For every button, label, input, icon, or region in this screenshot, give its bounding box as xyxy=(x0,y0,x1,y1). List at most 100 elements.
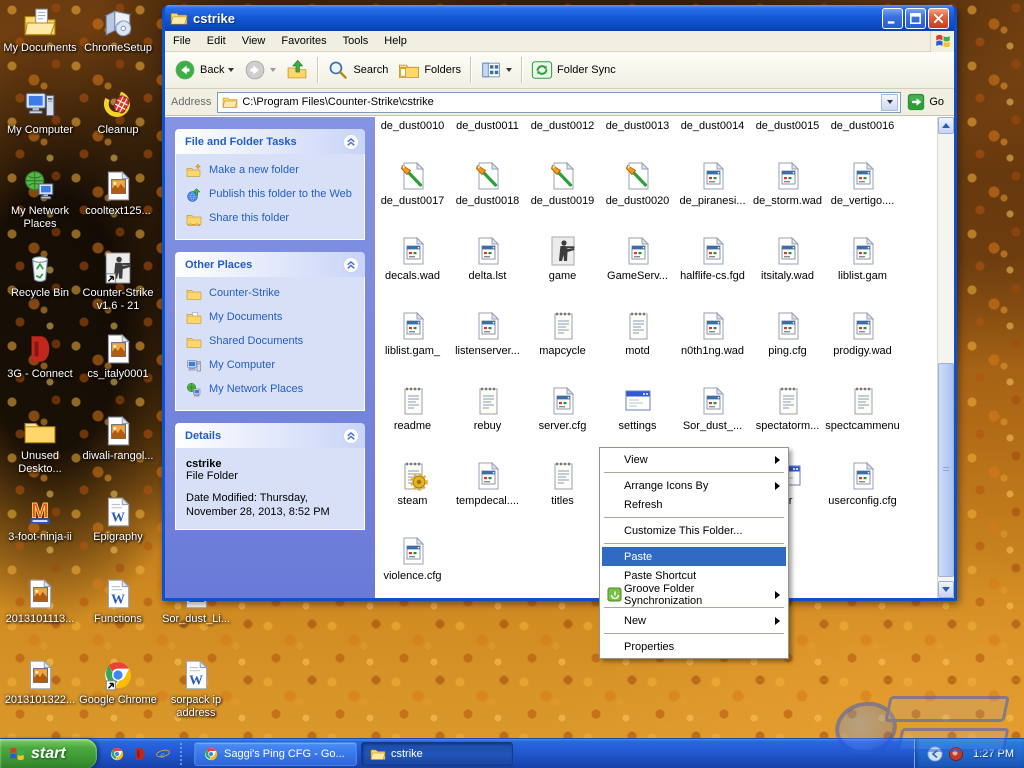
file-sor_dust_...[interactable]: Sor_dust_... xyxy=(675,381,750,456)
back-button[interactable]: Back xyxy=(169,56,239,84)
panel-header[interactable]: Details xyxy=(175,423,365,448)
file-decals.wad[interactable]: decals.wad xyxy=(375,231,450,306)
file-steam[interactable]: steam xyxy=(375,456,450,531)
start-button[interactable]: start xyxy=(0,739,97,768)
desktop-icon-2013101322-[interactable]: 2013101322... xyxy=(0,658,80,707)
taskbar-task-saggi-s-ping-cfg-go-[interactable]: Saggi's Ping CFG - Go... xyxy=(194,742,357,766)
collapse-chevron-icon[interactable] xyxy=(343,428,359,444)
back-dropdown-icon[interactable] xyxy=(228,68,234,72)
context-menu-item-groove-folder-synchronization[interactable]: Groove Folder Synchronization xyxy=(602,585,786,604)
file-de_dust0019[interactable]: de_dust0019 xyxy=(525,156,600,231)
desktop-icon-cs-italy0001[interactable]: cs_italy0001 xyxy=(78,332,158,381)
task-link-share-this-folder[interactable]: Share this folder xyxy=(186,212,356,227)
file-de_dust0020[interactable]: de_dust0020 xyxy=(600,156,675,231)
desktop-icon-recycle-bin[interactable]: Recycle Bin xyxy=(0,251,80,300)
menu-favorites[interactable]: Favorites xyxy=(273,32,334,50)
file-readme[interactable]: readme xyxy=(375,381,450,456)
file-halflife-cs.fgd[interactable]: halflife-cs.fgd xyxy=(675,231,750,306)
menu-help[interactable]: Help xyxy=(376,32,415,50)
forward-dropdown-icon[interactable] xyxy=(270,68,276,72)
file-de_dust0015[interactable]: de_dust0015 xyxy=(750,117,825,156)
file-listenserver...[interactable]: listenserver... xyxy=(450,306,525,381)
maximize-button[interactable] xyxy=(905,8,926,29)
context-menu-item-new[interactable]: New xyxy=(602,611,786,630)
desktop-icon-unused-deskto-[interactable]: Unused Deskto... xyxy=(0,414,80,476)
menu-tools[interactable]: Tools xyxy=(335,32,377,50)
file-server.cfg[interactable]: server.cfg xyxy=(525,381,600,456)
desktop-icon-counter-strike-v1-6-21[interactable]: Counter-Strike v1.6 - 21 xyxy=(78,251,158,313)
search-button[interactable]: Search xyxy=(322,56,393,84)
desktop-icon-google-chrome[interactable]: Google Chrome xyxy=(78,658,158,707)
go-icon[interactable] xyxy=(907,93,925,111)
file-de_dust0018[interactable]: de_dust0018 xyxy=(450,156,525,231)
menu-file[interactable]: File xyxy=(165,32,199,50)
desktop-icon-3-foot-ninja-ii[interactable]: M3-foot-ninja-ii xyxy=(0,495,80,544)
task-link-publish-this-folder-to-the-w[interactable]: Publish this folder to the Web xyxy=(186,188,356,203)
file-n0th1ng.wad[interactable]: n0th1ng.wad xyxy=(675,306,750,381)
title-bar[interactable]: cstrike xyxy=(165,5,954,31)
file-prodigy.wad[interactable]: prodigy.wad xyxy=(825,306,900,381)
desktop-icon-diwali-rangol-[interactable]: diwali-rangol... xyxy=(78,414,158,463)
address-input[interactable]: C:\Program Files\Counter-Strike\cstrike xyxy=(217,92,901,113)
panel-header[interactable]: File and Folder Tasks xyxy=(175,129,365,154)
file-de_dust0013[interactable]: de_dust0013 xyxy=(600,117,675,156)
folder-sync-button[interactable]: Folder Sync xyxy=(526,56,621,84)
task-link-shared-documents[interactable]: Shared Documents xyxy=(186,335,356,350)
desktop-icon-functions[interactable]: WFunctions xyxy=(78,577,158,626)
panel-header[interactable]: Other Places xyxy=(175,252,365,277)
file-de_dust0010[interactable]: de_dust0010 xyxy=(375,117,450,156)
desktop-icon-sorpack-ip-address[interactable]: Wsorpack ip address xyxy=(156,658,236,720)
file-liblist.gam_[interactable]: liblist.gam_ xyxy=(375,306,450,381)
file-de_dust0011[interactable]: de_dust0011 xyxy=(450,117,525,156)
go-label[interactable]: Go xyxy=(929,96,944,108)
collapse-chevron-icon[interactable] xyxy=(343,257,359,273)
taskbar-task-cstrike[interactable]: cstrike xyxy=(361,742,513,766)
context-menu-item-customize-this-folder-[interactable]: Customize This Folder... xyxy=(602,521,786,540)
vertical-scrollbar[interactable] xyxy=(937,117,954,598)
3g-connect-quicklaunch-icon[interactable] xyxy=(132,746,148,762)
file-rebuy[interactable]: rebuy xyxy=(450,381,525,456)
hide-icons-chevron-icon[interactable] xyxy=(927,746,943,762)
menu-view[interactable]: View xyxy=(234,32,274,50)
file-ping.cfg[interactable]: ping.cfg xyxy=(750,306,825,381)
file-violence.cfg[interactable]: violence.cfg xyxy=(375,531,450,598)
views-button[interactable] xyxy=(475,56,517,84)
file-motd[interactable]: motd xyxy=(600,306,675,381)
menu-edit[interactable]: Edit xyxy=(199,32,234,50)
file-gameserv...[interactable]: GameServ... xyxy=(600,231,675,306)
chrome-quicklaunch-icon[interactable] xyxy=(109,746,125,762)
address-dropdown-button[interactable] xyxy=(881,94,898,111)
context-menu-item-paste[interactable]: Paste xyxy=(602,547,786,566)
desktop-icon-2013101113-[interactable]: 2013101113... xyxy=(0,577,80,626)
desktop-icon-chromesetup[interactable]: ChromeSetup xyxy=(78,6,158,55)
file-de_dust0014[interactable]: de_dust0014 xyxy=(675,117,750,156)
context-menu-item-properties[interactable]: Properties xyxy=(602,637,786,656)
address-path[interactable]: C:\Program Files\Counter-Strike\cstrike xyxy=(242,96,877,108)
desktop-icon-my-network-places[interactable]: My Network Places xyxy=(0,169,80,231)
scroll-down-button[interactable] xyxy=(938,581,954,598)
folders-button[interactable]: Folders xyxy=(393,56,466,84)
context-menu-item-arrange-icons-by[interactable]: Arrange Icons By xyxy=(602,476,786,495)
internet-explorer-quicklaunch-icon[interactable]: e xyxy=(155,746,171,762)
up-button[interactable] xyxy=(281,56,313,84)
collapse-chevron-icon[interactable] xyxy=(343,134,359,150)
desktop-icon-my-documents[interactable]: My Documents xyxy=(0,6,80,55)
file-spectatorm...[interactable]: spectatorm... xyxy=(750,381,825,456)
file-tempdecal....[interactable]: tempdecal.... xyxy=(450,456,525,531)
minimize-button[interactable] xyxy=(882,8,903,29)
desktop-icon-cleanup[interactable]: Cleanup xyxy=(78,88,158,137)
views-dropdown-icon[interactable] xyxy=(506,68,512,72)
file-itsitaly.wad[interactable]: itsitaly.wad xyxy=(750,231,825,306)
file-de_piranesi...[interactable]: de_piranesi... xyxy=(675,156,750,231)
file-de_vertigo....[interactable]: de_vertigo.... xyxy=(825,156,900,231)
task-link-make-a-new-folder[interactable]: Make a new folder xyxy=(186,164,356,179)
task-link-my-network-places[interactable]: My Network Places xyxy=(186,383,356,398)
scrollbar-thumb[interactable] xyxy=(938,363,954,577)
task-link-my-computer[interactable]: My Computer xyxy=(186,359,356,374)
file-delta.lst[interactable]: delta.lst xyxy=(450,231,525,306)
file-titles[interactable]: titles xyxy=(525,456,600,531)
context-menu-item-view[interactable]: View xyxy=(602,450,786,469)
desktop-icon-epigraphy[interactable]: WEpigraphy xyxy=(78,495,158,544)
desktop-icon-cooltext125-[interactable]: cooltext125... xyxy=(78,169,158,218)
file-game[interactable]: game xyxy=(525,231,600,306)
